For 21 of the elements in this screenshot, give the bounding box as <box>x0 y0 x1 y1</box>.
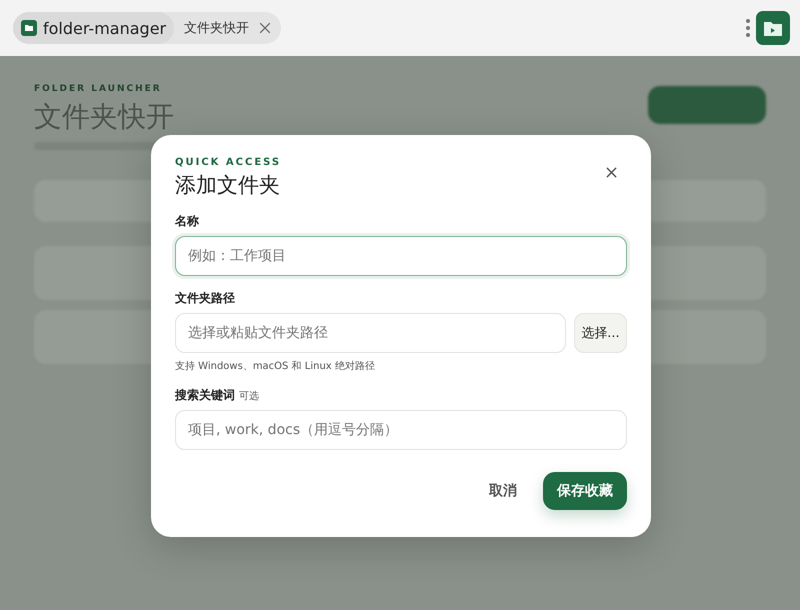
field-label: 文件夹路径 <box>175 290 235 307</box>
cancel-button[interactable]: 取消 <box>483 481 523 501</box>
dialog-title: 添加文件夹 <box>175 172 281 199</box>
browser-tab[interactable]: folder-manager <box>13 12 174 44</box>
browse-button[interactable]: 选择... <box>574 313 627 353</box>
close-icon[interactable] <box>259 22 272 34</box>
save-button[interactable]: 保存收藏 <box>543 472 627 510</box>
more-icon[interactable] <box>746 18 750 38</box>
field-label: 名称 <box>175 213 199 230</box>
path-input[interactable]: 选择或粘贴文件夹路径 <box>175 313 566 353</box>
app-title: 文件夹快开 <box>34 99 174 135</box>
text-input[interactable]: 例如：工作项目 <box>175 236 627 276</box>
folder-icon <box>21 20 37 36</box>
app-eyebrow: FOLDER LAUNCHER <box>34 84 163 94</box>
field-label: 搜索关键词 <box>175 387 235 404</box>
folder-app-icon[interactable] <box>756 11 790 45</box>
close-icon[interactable] <box>606 167 617 178</box>
optional-tag: 可选 <box>239 389 259 403</box>
browser-tab[interactable]: 文件夹快开 <box>174 12 282 44</box>
field-hint: 支持 Windows、macOS 和 Linux 绝对路径 <box>175 360 376 373</box>
dialog-eyebrow: QUICK ACCESS <box>175 157 282 168</box>
